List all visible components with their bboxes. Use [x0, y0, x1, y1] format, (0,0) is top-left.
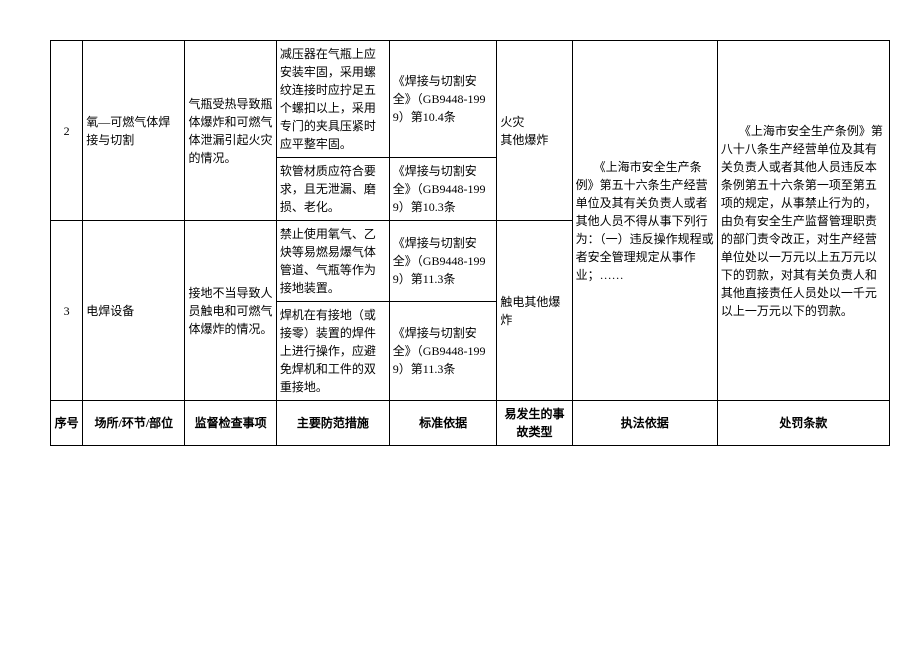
header-standard: 标准依据: [389, 401, 497, 446]
cell-place: 电焊设备: [83, 221, 185, 401]
cell-place: 氧—可燃气体焊接与切割: [83, 41, 185, 221]
cell-penalty: 《上海市安全生产条例》第八十八条生产经营单位及其有关负责人或者其他人员违反本条例…: [717, 41, 889, 401]
cell-standard: 《焊接与切割安全》（GB9448-1999）第11.3条: [389, 221, 497, 302]
header-num: 序号: [51, 401, 83, 446]
cell-inspection: 气瓶受热导致瓶体爆炸和可燃气体泄漏引起火灾的情况。: [185, 41, 276, 221]
cell-inspection: 接地不当导致人员触电和可燃气体爆炸的情况。: [185, 221, 276, 401]
header-place: 场所/环节/部位: [83, 401, 185, 446]
cell-law-basis: 《上海市安全生产条例》第五十六条生产经营单位及其有关负责人或者其他人员不得从事下…: [572, 41, 717, 401]
document-page: 2 氧—可燃气体焊接与切割 气瓶受热导致瓶体爆炸和可燃气体泄漏引起火灾的情况。 …: [0, 0, 920, 651]
cell-accident: 火灾 其他爆炸: [497, 41, 572, 221]
header-accident: 易发生的事故类型: [497, 401, 572, 446]
cell-measure: 软管材质应符合要求，且无泄漏、磨损、老化。: [276, 158, 389, 221]
cell-measure: 减压器在气瓶上应安装牢固，采用螺纹连接时应拧足五个螺扣以上，采用专门的夹具压紧时…: [276, 41, 389, 158]
cell-standard: 《焊接与切割安全》（GB9448-1999）第11.3条: [389, 302, 497, 401]
cell-num: 3: [51, 221, 83, 401]
header-measure: 主要防范措施: [276, 401, 389, 446]
cell-num: 2: [51, 41, 83, 221]
cell-accident: 触电其他爆炸: [497, 221, 572, 401]
header-penalty: 处罚条款: [717, 401, 889, 446]
cell-standard: 《焊接与切割安全》（GB9448-1999）第10.3条: [389, 158, 497, 221]
table-row: 2 氧—可燃气体焊接与切割 气瓶受热导致瓶体爆炸和可燃气体泄漏引起火灾的情况。 …: [51, 41, 890, 158]
header-inspection: 监督检查事项: [185, 401, 276, 446]
header-law: 执法依据: [572, 401, 717, 446]
table-header-row: 序号 场所/环节/部位 监督检查事项 主要防范措施 标准依据 易发生的事故类型 …: [51, 401, 890, 446]
regulation-table: 2 氧—可燃气体焊接与切割 气瓶受热导致瓶体爆炸和可燃气体泄漏引起火灾的情况。 …: [50, 40, 890, 446]
cell-measure: 焊机在有接地（或接零）装置的焊件上进行操作，应避免焊机和工件的双重接地。: [276, 302, 389, 401]
cell-standard: 《焊接与切割安全》（GB9448-1999）第10.4条: [389, 41, 497, 158]
cell-measure: 禁止使用氧气、乙炔等易燃易爆气体管道、气瓶等作为接地装置。: [276, 221, 389, 302]
